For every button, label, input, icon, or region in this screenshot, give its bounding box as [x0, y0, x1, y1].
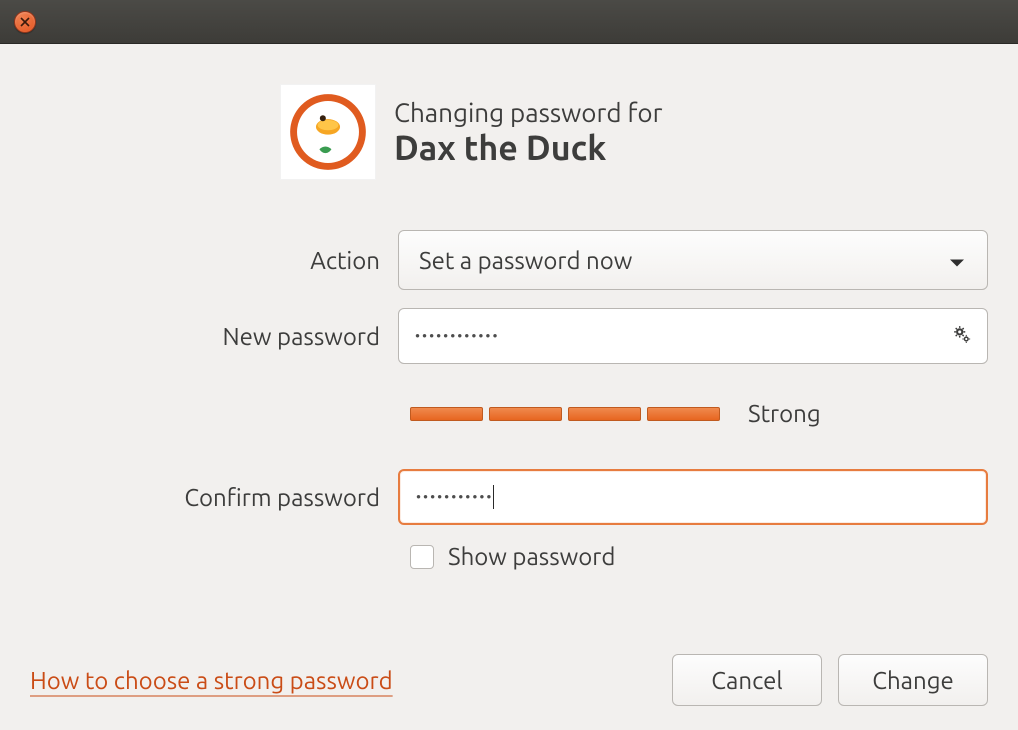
new-password-label: New password	[30, 323, 398, 350]
dialog-user-name: Dax the Duck	[394, 129, 662, 167]
strength-segment	[568, 407, 641, 421]
close-button[interactable]	[14, 11, 36, 33]
dialog-content: Changing password for Dax the Duck Actio…	[0, 44, 1018, 730]
action-select[interactable]: Set a password now	[398, 230, 988, 290]
new-password-input[interactable]: ••••••••••••	[398, 308, 988, 364]
form: Action Set a password now New password •…	[30, 230, 988, 570]
chevron-down-icon	[949, 247, 965, 274]
new-password-masked: ••••••••••••	[415, 328, 499, 344]
confirm-password-input[interactable]: •••••••••••	[398, 469, 988, 525]
change-button[interactable]: Change	[838, 654, 988, 706]
confirm-password-label: Confirm password	[30, 484, 398, 511]
header-text: Changing password for Dax the Duck	[394, 98, 662, 167]
strength-segment	[647, 407, 720, 421]
text-cursor	[493, 485, 494, 509]
dialog-header: Changing password for Dax the Duck	[280, 84, 988, 180]
row-strength: Strong	[30, 400, 988, 427]
row-new-password: New password ••••••••••••	[30, 308, 988, 364]
show-password-label[interactable]: Show password	[448, 543, 615, 570]
strength-segment	[489, 407, 562, 421]
strength-meter	[410, 407, 720, 421]
strength-label: Strong	[748, 400, 821, 427]
row-action: Action Set a password now	[30, 230, 988, 290]
dialog-subtitle: Changing password for	[394, 98, 662, 127]
dialog-footer: How to choose a strong password Cancel C…	[30, 634, 988, 706]
strength-segment	[410, 407, 483, 421]
generate-password-icon[interactable]	[951, 325, 973, 347]
titlebar	[0, 0, 1018, 44]
cancel-button[interactable]: Cancel	[672, 654, 822, 706]
help-link[interactable]: How to choose a strong password	[30, 667, 393, 694]
confirm-password-masked: •••••••••••	[416, 489, 493, 505]
action-label: Action	[30, 247, 398, 274]
user-avatar	[280, 84, 376, 180]
show-password-checkbox[interactable]	[410, 545, 434, 569]
duck-avatar-icon	[285, 89, 371, 175]
action-select-value: Set a password now	[419, 247, 632, 274]
row-show-password: Show password	[30, 543, 988, 570]
row-confirm-password: Confirm password •••••••••••	[30, 469, 988, 525]
close-icon	[20, 17, 30, 27]
